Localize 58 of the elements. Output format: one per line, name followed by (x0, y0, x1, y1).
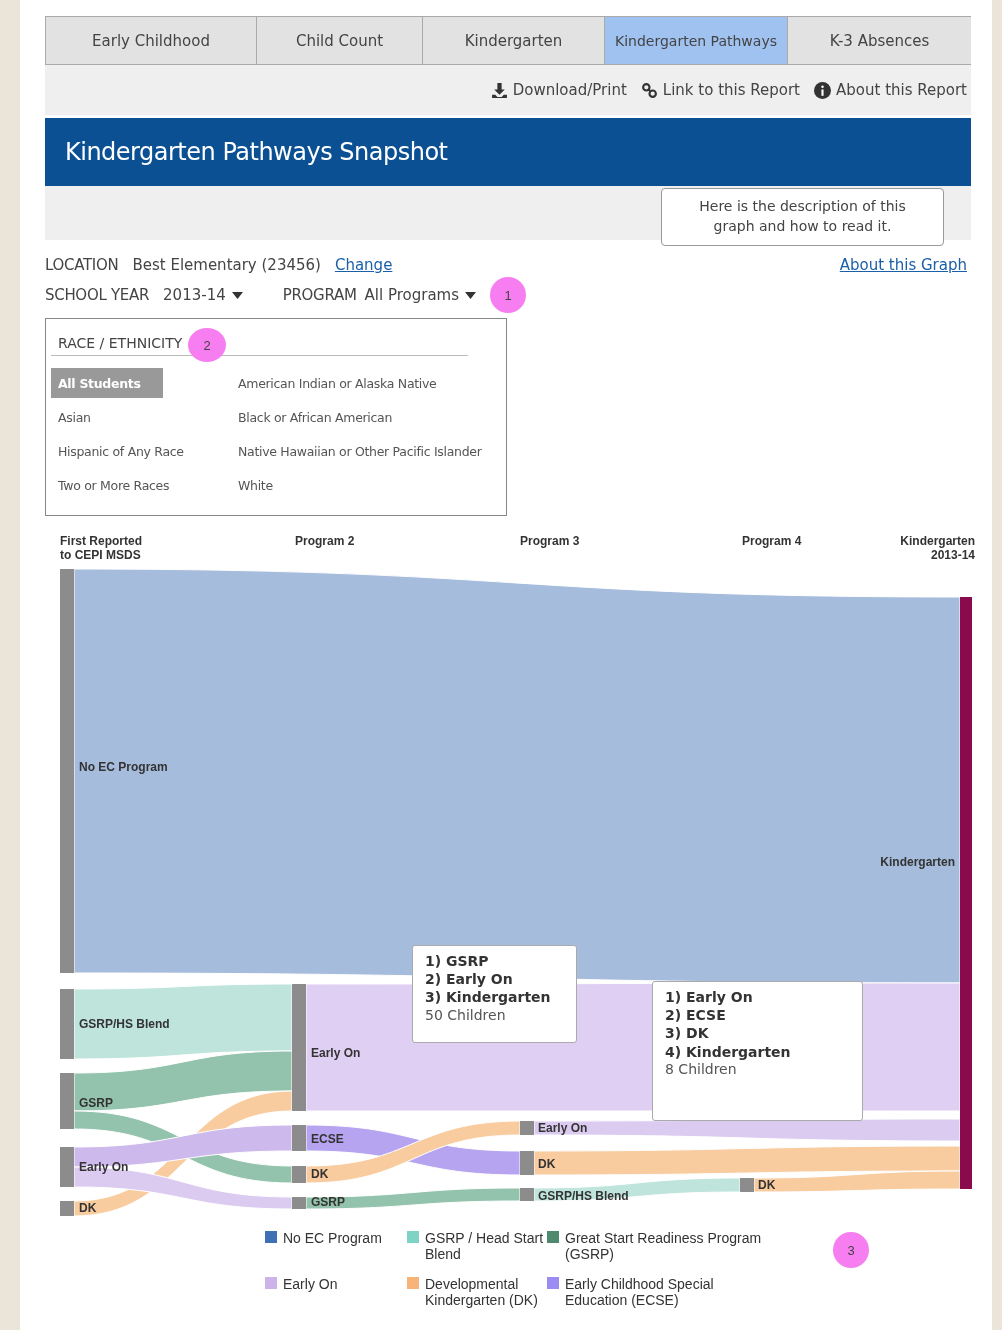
race-option[interactable]: Native Hawaiian or Other Pacific Islander (231, 436, 482, 466)
node-label: ECSE (311, 1132, 344, 1146)
node-label: Early On (538, 1121, 588, 1135)
path-steps: 1) Early On 2) ECSE 3) DK 4) Kindergarten (665, 988, 850, 1061)
location-label: LOCATION (45, 256, 119, 274)
node-label: DK (758, 1178, 776, 1192)
tab[interactable]: K-3 Absences (788, 17, 971, 64)
tab[interactable]: Early Childhood (46, 17, 257, 64)
node-label: GSRP (311, 1195, 345, 1209)
column-heading: Kindergarten 2013-14 (899, 534, 975, 565)
node-label: Kindergarten (880, 855, 955, 869)
legend-label: Great Start Readiness Program (GSRP) (565, 1230, 763, 1263)
callout-number-badge: 2 (188, 328, 226, 362)
column-heading: Program 2 (295, 534, 356, 550)
tab[interactable]: Kindergarten Pathways (605, 17, 788, 64)
callout-number-badge: 1 (490, 277, 527, 313)
child-count: 8 Children (665, 1060, 738, 1077)
location-value: Best Elementary (23456) (132, 256, 321, 274)
change-link[interactable]: Change (334, 256, 393, 274)
tab[interactable]: Child Count (257, 17, 423, 64)
column-heading: Program 4 (742, 534, 803, 550)
race-option[interactable]: Black or African American (231, 402, 393, 432)
race-ethnicity-heading: RACE / ETHNICITY (58, 335, 183, 351)
race-option[interactable]: Two or More Races (51, 470, 170, 500)
program-label: PROGRAM (282, 286, 357, 304)
node-label: DK (79, 1201, 97, 1215)
legend-label: Early On (283, 1276, 338, 1295)
child-count: 50 Children (425, 1006, 507, 1023)
column-heading: Program 3 (520, 534, 581, 550)
path-steps: 1) GSRP 2) Early On 3) Kindergarten (425, 952, 564, 1007)
callout-number-badge: 3 (833, 1232, 869, 1268)
race-option[interactable]: White (231, 470, 273, 500)
legend-label: Developmental Kindergarten (DK) (425, 1276, 539, 1309)
legend-label: Early Childhood Special Education (ECSE) (565, 1276, 715, 1309)
race-option[interactable]: Hispanic of Any Race (51, 436, 184, 466)
tab[interactable]: Kindergarten (423, 17, 605, 64)
node-label: GSRP/HS Blend (79, 1017, 170, 1031)
school-year-dropdown[interactable]: 2013-14 (163, 286, 243, 304)
program-dropdown[interactable]: All Programs (364, 286, 477, 304)
page-title: Kindergarten Pathways Snapshot (65, 138, 448, 166)
race-option[interactable]: American Indian or Alaska Native (231, 368, 437, 398)
legend-label: GSRP / Head Start Blend (425, 1230, 544, 1263)
legend-label: No EC Program (283, 1230, 382, 1248)
toolbar-link[interactable]: Link to this Report (640, 81, 800, 99)
description-callout: Here is the description of this graph and how to read it. (661, 188, 944, 246)
node-label: DK (538, 1157, 556, 1171)
about-graph-link[interactable]: About this Graph (839, 256, 967, 274)
column-heading: First Reported to CEPI MSDS (60, 534, 143, 565)
node-label: GSRP/HS Blend (538, 1189, 629, 1203)
node-label: Early On (79, 1160, 129, 1174)
node-label: No EC Program (79, 760, 168, 774)
school-year-label: SCHOOL YEAR (45, 286, 150, 304)
race-option[interactable]: Asian (51, 402, 91, 432)
node-label: Early On (311, 1046, 361, 1060)
node-label: DK (311, 1167, 329, 1181)
toolbar-link[interactable]: About this Report (814, 81, 967, 99)
node-label: GSRP (79, 1096, 113, 1110)
toolbar-link[interactable]: Download/Print (490, 81, 627, 99)
